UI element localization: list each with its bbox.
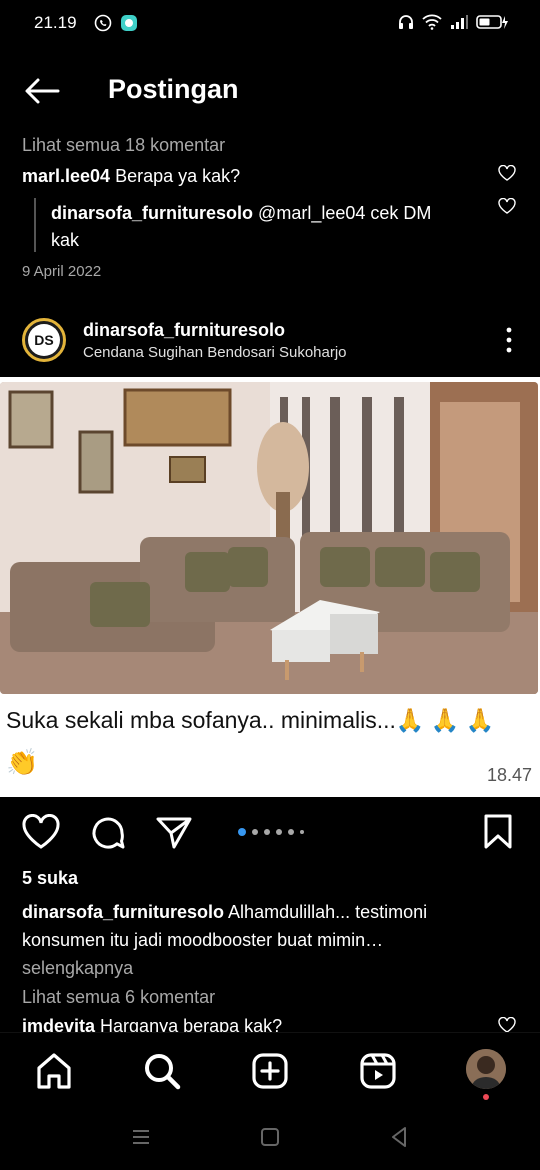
- comment-date: 9 April 2022: [22, 263, 102, 280]
- post-author-avatar[interactable]: DS: [22, 318, 66, 362]
- notification-dot: [483, 1094, 489, 1100]
- reels-icon[interactable]: [358, 1051, 398, 1091]
- post-location[interactable]: Cendana Sugihan Bendosari Sukoharjo: [83, 344, 347, 361]
- reply-text-line1: @marl_lee04 cek DM: [258, 203, 432, 223]
- headphones-icon: [399, 15, 413, 29]
- system-navigation-bar: [0, 1106, 540, 1170]
- battery-icon: [476, 15, 508, 29]
- create-post-icon[interactable]: [250, 1051, 290, 1091]
- post-username[interactable]: dinarsofa_furnituresolo: [83, 320, 285, 341]
- wifi-icon: [422, 14, 442, 30]
- avatar-logo: DS: [28, 324, 60, 356]
- living-room-illustration: [0, 382, 538, 694]
- caption-username[interactable]: dinarsofa_furnituresolo: [22, 902, 224, 922]
- carousel-dot: [264, 829, 270, 835]
- carousel-indicator: [238, 828, 304, 836]
- caption-text-line1: Alhamdulillah... testimoni: [228, 902, 428, 922]
- overlay-caption-time: 18.47: [486, 765, 532, 785]
- message-app-icon: [121, 15, 137, 31]
- caption-text-line2: konsumen itu jadi moodbooster buat mimin…: [22, 930, 384, 950]
- carousel-dot: [300, 830, 304, 834]
- search-icon[interactable]: [142, 1051, 182, 1091]
- see-more-link[interactable]: selengkapnya: [22, 958, 133, 978]
- reply-text-line2: kak: [51, 230, 80, 250]
- system-back-icon[interactable]: [390, 1126, 408, 1148]
- bottom-navigation: [0, 1032, 540, 1106]
- header: Postingan: [0, 60, 540, 120]
- reply-thread-line: [34, 198, 36, 252]
- comment-text: Berapa ya kak?: [115, 166, 241, 186]
- carousel-dot: [288, 829, 294, 835]
- post-caption: dinarsofa_furnituresolo Alhamdulillah...…: [22, 898, 522, 982]
- carousel-dot-active: [238, 828, 246, 836]
- carousel-dot: [276, 829, 282, 835]
- reply-row: dinarsofa_furnituresolo @marl_lee04 cek …: [51, 200, 491, 254]
- overlay-caption: Suka sekali mba sofanya.. minimalis...🙏 …: [6, 707, 495, 733]
- view-all-comments-link[interactable]: Lihat semua 18 komentar: [22, 135, 225, 156]
- comment-row: marl.lee04 Berapa ya kak?: [22, 166, 240, 187]
- reply-like-heart-icon[interactable]: [498, 198, 516, 214]
- recent-apps-icon[interactable]: [131, 1128, 151, 1146]
- bookmark-icon[interactable]: [482, 814, 514, 850]
- status-left-icons: [94, 14, 138, 32]
- status-right-icons: [398, 14, 510, 30]
- comment-like-heart-icon[interactable]: [498, 1017, 516, 1033]
- system-home-icon[interactable]: [260, 1127, 280, 1147]
- reply-username[interactable]: dinarsofa_furnituresolo: [51, 203, 253, 223]
- page-title: Postingan: [108, 74, 239, 104]
- last-comment-row: imdevita Harganya berapa kak?: [22, 1016, 282, 1032]
- back-arrow-icon[interactable]: [22, 76, 62, 106]
- profile-avatar[interactable]: [466, 1049, 506, 1089]
- post-image[interactable]: Suka sekali mba sofanya.. minimalis...🙏 …: [0, 377, 540, 797]
- like-heart-icon[interactable]: [22, 814, 60, 850]
- last-comment-text: Harganya berapa kak?: [100, 1016, 283, 1032]
- signal-icon: [451, 15, 468, 29]
- overlay-caption-emoji: 👏: [6, 747, 39, 777]
- last-comment-username[interactable]: imdevita: [22, 1016, 95, 1032]
- likes-count[interactable]: 5 suka: [22, 868, 78, 889]
- carousel-dot: [252, 829, 258, 835]
- view-all-comments-link[interactable]: Lihat semua 6 komentar: [22, 987, 215, 1008]
- sofa-photo: [0, 382, 538, 694]
- home-icon[interactable]: [34, 1051, 74, 1091]
- profile-photo: [466, 1049, 506, 1089]
- status-bar: 21.19: [0, 0, 540, 48]
- comment-like-heart-icon[interactable]: [498, 165, 516, 181]
- comment-username[interactable]: marl.lee04: [22, 166, 110, 186]
- status-time: 21.19: [34, 13, 77, 32]
- post-actions: [0, 812, 540, 856]
- comment-icon[interactable]: [90, 815, 126, 851]
- more-options-icon[interactable]: [506, 326, 512, 354]
- send-icon[interactable]: [156, 816, 192, 850]
- whatsapp-icon: [94, 14, 112, 32]
